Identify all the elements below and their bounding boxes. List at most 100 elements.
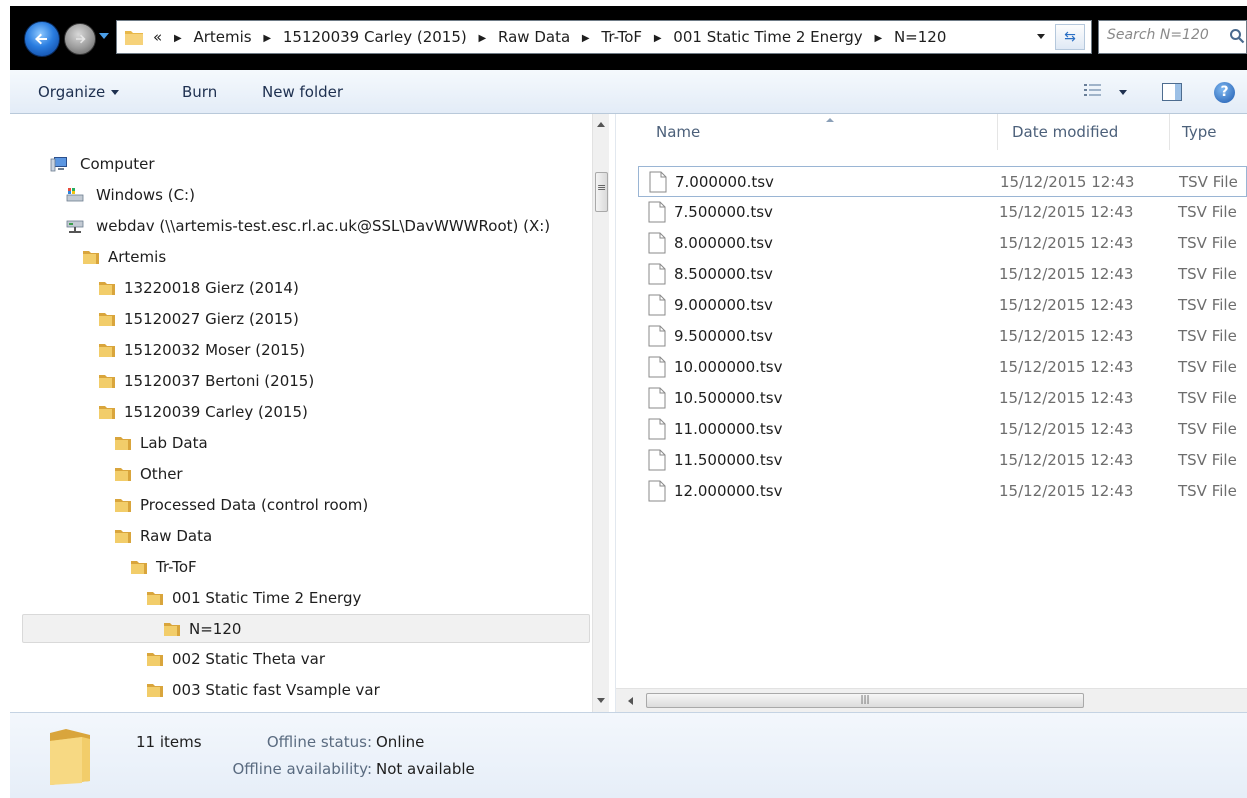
search-box[interactable]	[1098, 20, 1247, 54]
organize-menu-button[interactable]: Organize	[38, 81, 120, 103]
file-row[interactable]: 11.000000.tsv 15/12/2015 12:43 TSV File	[638, 414, 1247, 445]
offline-availability-value: Not available	[376, 760, 475, 778]
breadcrumb-item[interactable]: Artemis	[193, 21, 251, 53]
file-name: 11.000000.tsv	[674, 420, 783, 438]
scroll-left-arrow-icon[interactable]	[628, 697, 633, 705]
column-header-label: Date modified	[1012, 123, 1119, 141]
pane-splitter[interactable]	[609, 114, 616, 712]
file-row[interactable]: 12.000000.tsv 15/12/2015 12:43 TSV File	[638, 476, 1247, 507]
tree-item-folder[interactable]: 15120039 Carley (2015)	[22, 398, 590, 427]
file-list-horizontal-scrollbar[interactable]: |||	[616, 688, 1247, 712]
tree-item-label: Processed Data (control room)	[140, 496, 369, 514]
tree-item-label: 001 Static Time 2 Energy	[172, 589, 362, 607]
column-header-name[interactable]: Name	[638, 114, 998, 150]
file-row[interactable]: 8.500000.tsv 15/12/2015 12:43 TSV File	[638, 259, 1247, 290]
file-row[interactable]: 11.500000.tsv 15/12/2015 12:43 TSV File	[638, 445, 1247, 476]
breadcrumb-item[interactable]: N=120	[894, 21, 946, 53]
preview-pane-button[interactable]	[1162, 83, 1182, 101]
chevron-right-icon[interactable]: ▶	[479, 23, 487, 55]
folder-large-icon	[50, 729, 90, 785]
offline-status-label: Offline status:	[266, 733, 372, 751]
address-dropdown-button[interactable]	[1037, 34, 1045, 39]
tree-item-folder[interactable]: 15120027 Gierz (2015)	[22, 305, 590, 334]
back-button[interactable]	[24, 21, 60, 57]
folder-icon	[99, 282, 115, 295]
chevron-right-icon[interactable]: ▶	[654, 23, 662, 55]
tree-item-label: Raw Data	[140, 527, 213, 545]
file-date: 15/12/2015 12:43	[999, 203, 1134, 221]
folder-icon	[115, 437, 131, 450]
tree-item-folder[interactable]: 002 Static Theta var	[22, 645, 590, 674]
file-row[interactable]: 9.000000.tsv 15/12/2015 12:43 TSV File	[638, 290, 1247, 321]
column-header-label: Type	[1182, 123, 1217, 141]
file-row[interactable]: 7.500000.tsv 15/12/2015 12:43 TSV File	[638, 197, 1247, 228]
file-date: 15/12/2015 12:43	[999, 420, 1134, 438]
file-row[interactable]: 7.000000.tsv 15/12/2015 12:43 TSV File	[638, 166, 1247, 197]
column-header-date-modified[interactable]: Date modified	[998, 114, 1170, 150]
burn-button[interactable]: Burn	[182, 81, 217, 103]
tree-item-folder[interactable]: 15120037 Bertoni (2015)	[22, 367, 590, 396]
tree-item-folder[interactable]: Artemis	[22, 243, 590, 272]
tree-item-folder[interactable]: 13220018 Gierz (2014)	[22, 274, 590, 303]
breadcrumb-item[interactable]: 001 Static Time 2 Energy	[673, 21, 862, 53]
scrollbar-thumb[interactable]: |||	[646, 693, 1084, 708]
navigation-scrollbar[interactable]	[592, 114, 609, 712]
scroll-up-arrow-icon[interactable]	[597, 122, 605, 127]
chevron-right-icon[interactable]: ▶	[582, 23, 590, 55]
file-row[interactable]: 10.500000.tsv 15/12/2015 12:43 TSV File	[638, 383, 1247, 414]
file-type: TSV File	[1178, 358, 1237, 376]
explorer-window: « ▶ Artemis ▶ 15120039 Carley (2015) ▶ R…	[10, 6, 1247, 798]
change-view-button[interactable]	[1083, 82, 1131, 104]
search-icon[interactable]	[1229, 28, 1245, 44]
folder-icon	[99, 313, 115, 326]
breadcrumb-item[interactable]: Raw Data	[498, 21, 570, 53]
tree-item-folder[interactable]: Other	[22, 460, 590, 489]
tree-item-drive-c[interactable]: Windows (C:)	[22, 181, 590, 210]
column-header-label: Name	[656, 123, 701, 141]
folder-icon	[125, 31, 143, 45]
breadcrumb-item[interactable]: Tr-ToF	[601, 21, 642, 53]
file-row[interactable]: 9.500000.tsv 15/12/2015 12:43 TSV File	[638, 321, 1247, 352]
file-type: TSV File	[1178, 234, 1237, 252]
network-drive-icon	[66, 220, 84, 233]
tree-item-folder[interactable]: Lab Data	[22, 429, 590, 458]
file-name: 10.000000.tsv	[674, 358, 783, 376]
file-row[interactable]: 8.000000.tsv 15/12/2015 12:43 TSV File	[638, 228, 1247, 259]
file-row[interactable]: 10.000000.tsv 15/12/2015 12:43 TSV File	[638, 352, 1247, 383]
back-arrow-icon	[35, 33, 47, 45]
search-input[interactable]	[1107, 27, 1225, 43]
breadcrumb-item[interactable]: 15120039 Carley (2015)	[283, 21, 467, 53]
scrollbar-thumb[interactable]	[595, 172, 608, 212]
recent-pages-dropdown[interactable]	[99, 33, 109, 39]
tree-item-webdav-drive[interactable]: webdav (\\artemis-test.esc.rl.ac.uk@SSL\…	[22, 212, 590, 241]
file-date: 15/12/2015 12:43	[999, 451, 1134, 469]
tree-item-folder[interactable]: Raw Data	[22, 522, 590, 551]
tree-item-folder[interactable]: Tr-ToF	[22, 553, 590, 582]
breadcrumb-overflow[interactable]: «	[153, 21, 162, 53]
document-icon	[648, 263, 666, 285]
new-folder-button[interactable]: New folder	[262, 81, 343, 103]
file-type: TSV File	[1178, 482, 1237, 500]
folder-icon	[164, 623, 180, 636]
refresh-button[interactable]: ⇆	[1055, 24, 1085, 50]
tree-item-folder[interactable]: 15120032 Moser (2015)	[22, 336, 590, 365]
address-field[interactable]: « ▶ Artemis ▶ 15120039 Carley (2015) ▶ R…	[116, 20, 1092, 54]
folder-icon	[99, 375, 115, 388]
forward-button[interactable]	[64, 23, 96, 55]
file-name: 11.500000.tsv	[674, 451, 783, 469]
folder-icon	[99, 344, 115, 357]
tree-item-folder-selected[interactable]: N=120	[22, 614, 590, 643]
tree-item-folder[interactable]: 003 Static fast Vsample var	[22, 676, 590, 705]
scroll-down-arrow-icon[interactable]	[597, 698, 605, 703]
chevron-right-icon[interactable]: ▶	[874, 23, 882, 55]
tree-item-folder[interactable]: 001 Static Time 2 Energy	[22, 584, 590, 613]
offline-availability-label: Offline availability:	[232, 760, 372, 778]
file-name: 12.000000.tsv	[674, 482, 783, 500]
help-button[interactable]: ?	[1214, 82, 1235, 103]
refresh-icon: ⇆	[1064, 29, 1076, 45]
tree-item-computer[interactable]: Computer	[22, 150, 590, 179]
tree-item-label: Other	[140, 465, 183, 483]
column-header-type[interactable]: Type	[1170, 114, 1247, 150]
tree-item-folder[interactable]: Processed Data (control room)	[22, 491, 590, 520]
chevron-right-icon[interactable]: ▶	[263, 23, 271, 55]
